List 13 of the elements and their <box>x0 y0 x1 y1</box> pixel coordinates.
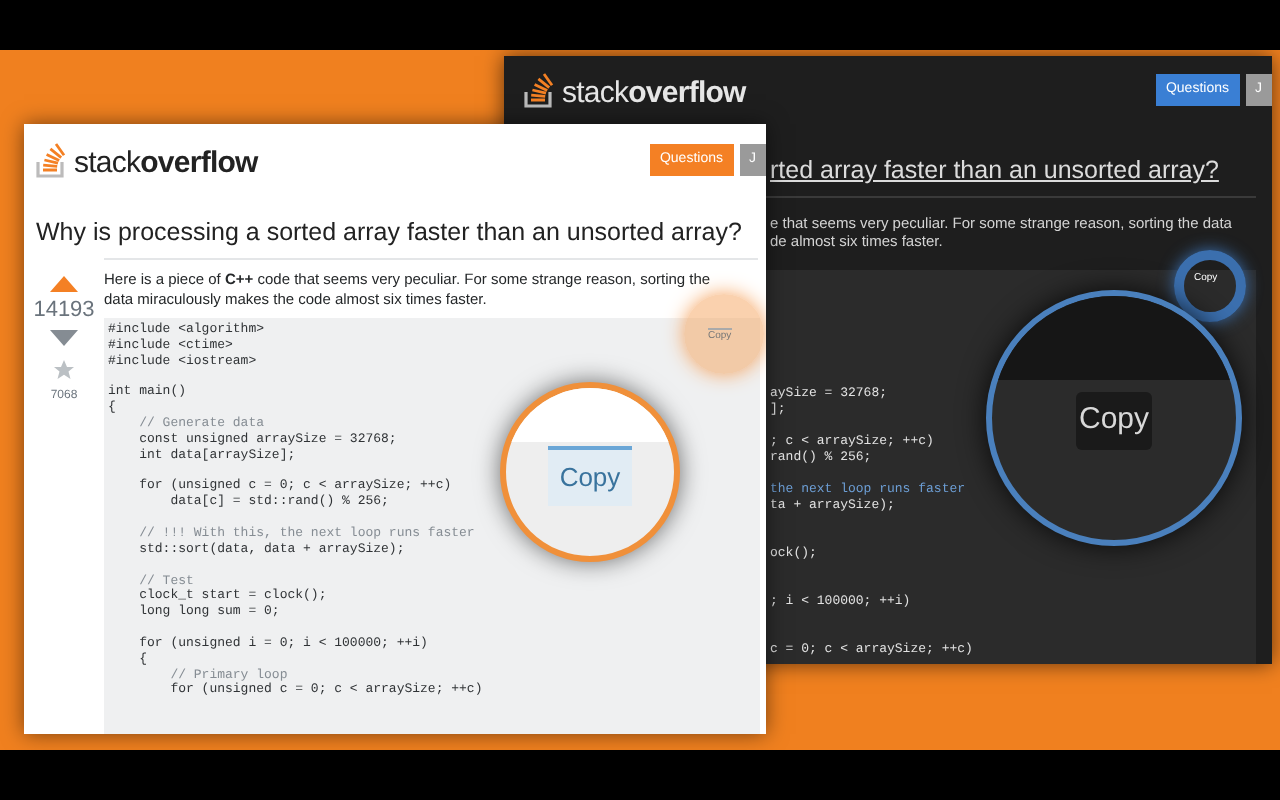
vote-count: 14193 <box>33 296 95 324</box>
logo-text: stackoverflow <box>562 78 746 108</box>
stack-logo-icon <box>524 72 556 108</box>
downvote-arrow-icon[interactable] <box>50 330 78 346</box>
highlight-glow <box>684 294 764 374</box>
copy-button[interactable]: Copy <box>1076 392 1152 450</box>
star-icon[interactable] <box>52 358 76 382</box>
upvote-arrow-icon[interactable] <box>50 276 78 292</box>
copy-button[interactable]: Copy <box>548 446 632 506</box>
stack-logo-icon <box>36 142 68 178</box>
question-title[interactable]: rted array faster than an unsorted array? <box>770 152 1219 188</box>
logo-text: stackoverflow <box>74 148 258 178</box>
question-title[interactable]: Why is processing a sorted array faster than an unsorted array? <box>36 214 742 250</box>
